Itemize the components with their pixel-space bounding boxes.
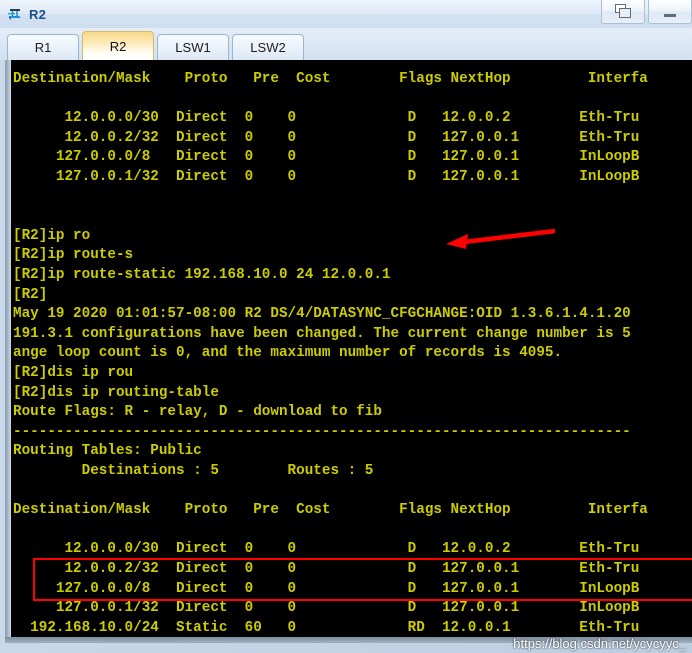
terminal-line: May 19 2020 01:01:57-08:00 R2 DS/4/DATAS… <box>13 306 631 323</box>
terminal-line: 191.3.1 configurations have been changed… <box>13 325 631 342</box>
tab-r1[interactable]: R1 <box>7 34 79 60</box>
terminal-line: 12.0.0.0/30 Direct 0 0 D 12.0.0.2 Eth-Tr… <box>13 541 640 558</box>
tab-lsw2[interactable]: LSW2 <box>232 34 304 60</box>
terminal-line: ange loop count is 0, and the maximum nu… <box>13 345 563 362</box>
emulator-window: R2 R1 R2 LSW1 LSW2 Destination/Mask Proto P… <box>0 0 692 653</box>
watermark-text: https://blog.csdn.net/ycycyyc_ <box>513 636 686 651</box>
terminal-line: [R2]dis ip routing-table <box>13 384 219 401</box>
restore-button[interactable] <box>601 0 645 24</box>
terminal-line: 127.0.0.1/32 Direct 0 0 D 127.0.0.1 InLo… <box>13 600 640 617</box>
restore-icon <box>614 4 632 19</box>
tab-label: R1 <box>34 40 52 55</box>
tab-label: R2 <box>109 38 127 54</box>
terminal-line: ----------------------------------------… <box>13 423 631 440</box>
title-bar: R2 <box>0 0 692 29</box>
terminal-line: [R2] <box>13 286 48 303</box>
minimize-icon <box>664 14 676 17</box>
window-title: R2 <box>29 6 47 22</box>
window-controls <box>601 0 692 28</box>
terminal-frame: Destination/Mask Proto Pre Cost Flags Ne… <box>0 60 692 653</box>
scroll-rail[interactable] <box>6 60 11 642</box>
terminal-line: [R2]ip ro <box>13 227 91 244</box>
terminal-line: Routing Tables: Public <box>13 443 202 460</box>
terminal-line: Route Flags: R - relay, D - download to … <box>13 404 382 421</box>
terminal-line: 192.168.10.0/24 Static 60 0 RD 12.0.0.1 … <box>13 619 640 636</box>
terminal-line: [R2]dis ip rou <box>13 365 134 381</box>
router-icon <box>6 5 24 23</box>
tab-r2[interactable]: R2 <box>82 31 154 60</box>
terminal-line: [R2]ip route-s <box>13 247 134 264</box>
terminal-line: [R2]ip route-static 192.168.10.0 24 12.0… <box>13 267 391 283</box>
terminal-border: Destination/Mask Proto Pre Cost Flags Ne… <box>5 60 692 643</box>
tab-lsw1[interactable]: LSW1 <box>157 34 229 60</box>
title-bar-left: R2 <box>6 3 46 25</box>
tab-label: LSW1 <box>175 40 211 55</box>
tab-label: LSW2 <box>250 40 286 55</box>
terminal-line: Destinations : 5 Routes : 5 <box>13 463 374 479</box>
terminal-line: Destination/Mask Proto Pre Cost Flags Ne… <box>13 71 648 87</box>
terminal-line: 127.0.0.1/32 Direct 0 0 D 127.0.0.1 InLo… <box>13 169 640 185</box>
terminal-line: 12.0.0.0/30 Direct 0 0 D 12.0.0.2 Eth-Tr… <box>13 110 640 127</box>
terminal-line: Destination/Mask Proto Pre Cost Flags Ne… <box>13 502 648 519</box>
terminal-line: 12.0.0.2/32 Direct 0 0 D 127.0.0.1 Eth-T… <box>13 129 640 146</box>
terminal-line: 127.0.0.0/8 Direct 0 0 D 127.0.0.1 InLoo… <box>13 149 640 166</box>
terminal-line: 12.0.0.2/32 Direct 0 0 D 127.0.0.1 Eth-T… <box>13 561 640 577</box>
minimize-button[interactable] <box>648 0 692 24</box>
tab-strip: R1 R2 LSW1 LSW2 <box>0 28 692 61</box>
terminal-screen[interactable]: Destination/Mask Proto Pre Cost Flags Ne… <box>13 60 692 642</box>
tab-list: R1 R2 LSW1 LSW2 <box>7 31 307 60</box>
terminal-line: 127.0.0.0/8 Direct 0 0 D 127.0.0.1 InLoo… <box>13 580 640 597</box>
